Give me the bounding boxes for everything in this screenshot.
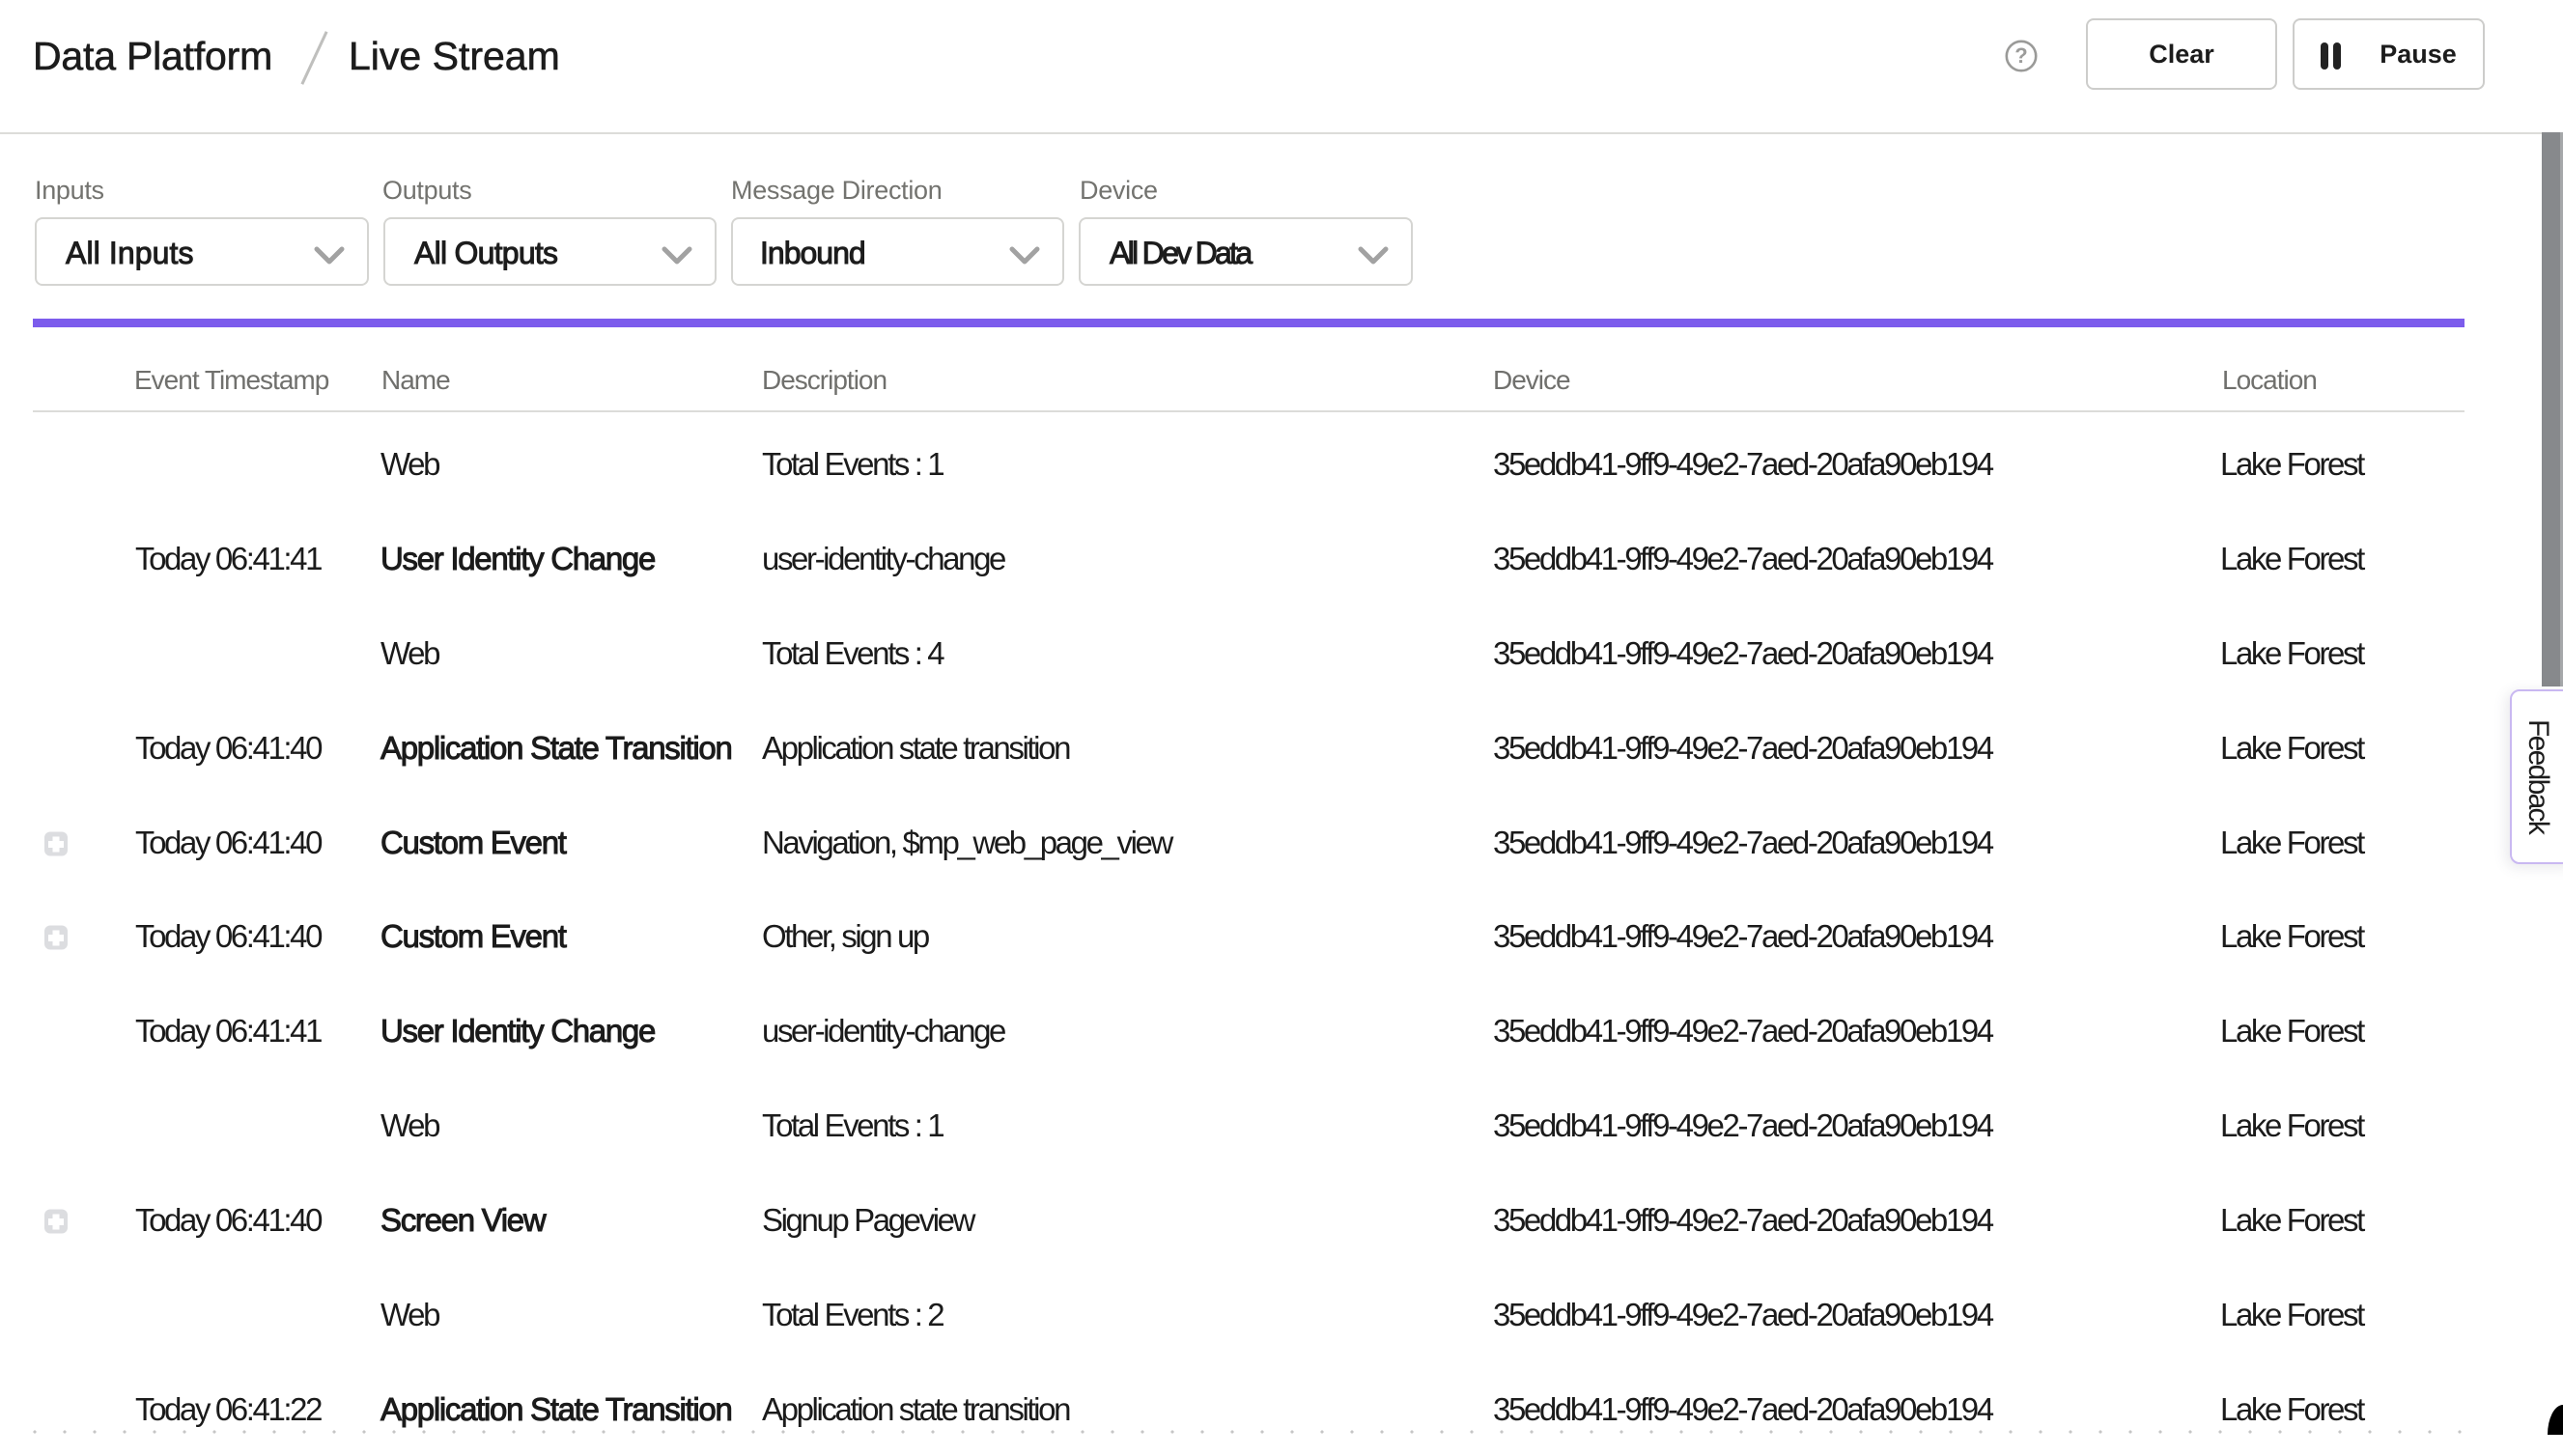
svg-text:?: ? — [2014, 43, 2027, 68]
